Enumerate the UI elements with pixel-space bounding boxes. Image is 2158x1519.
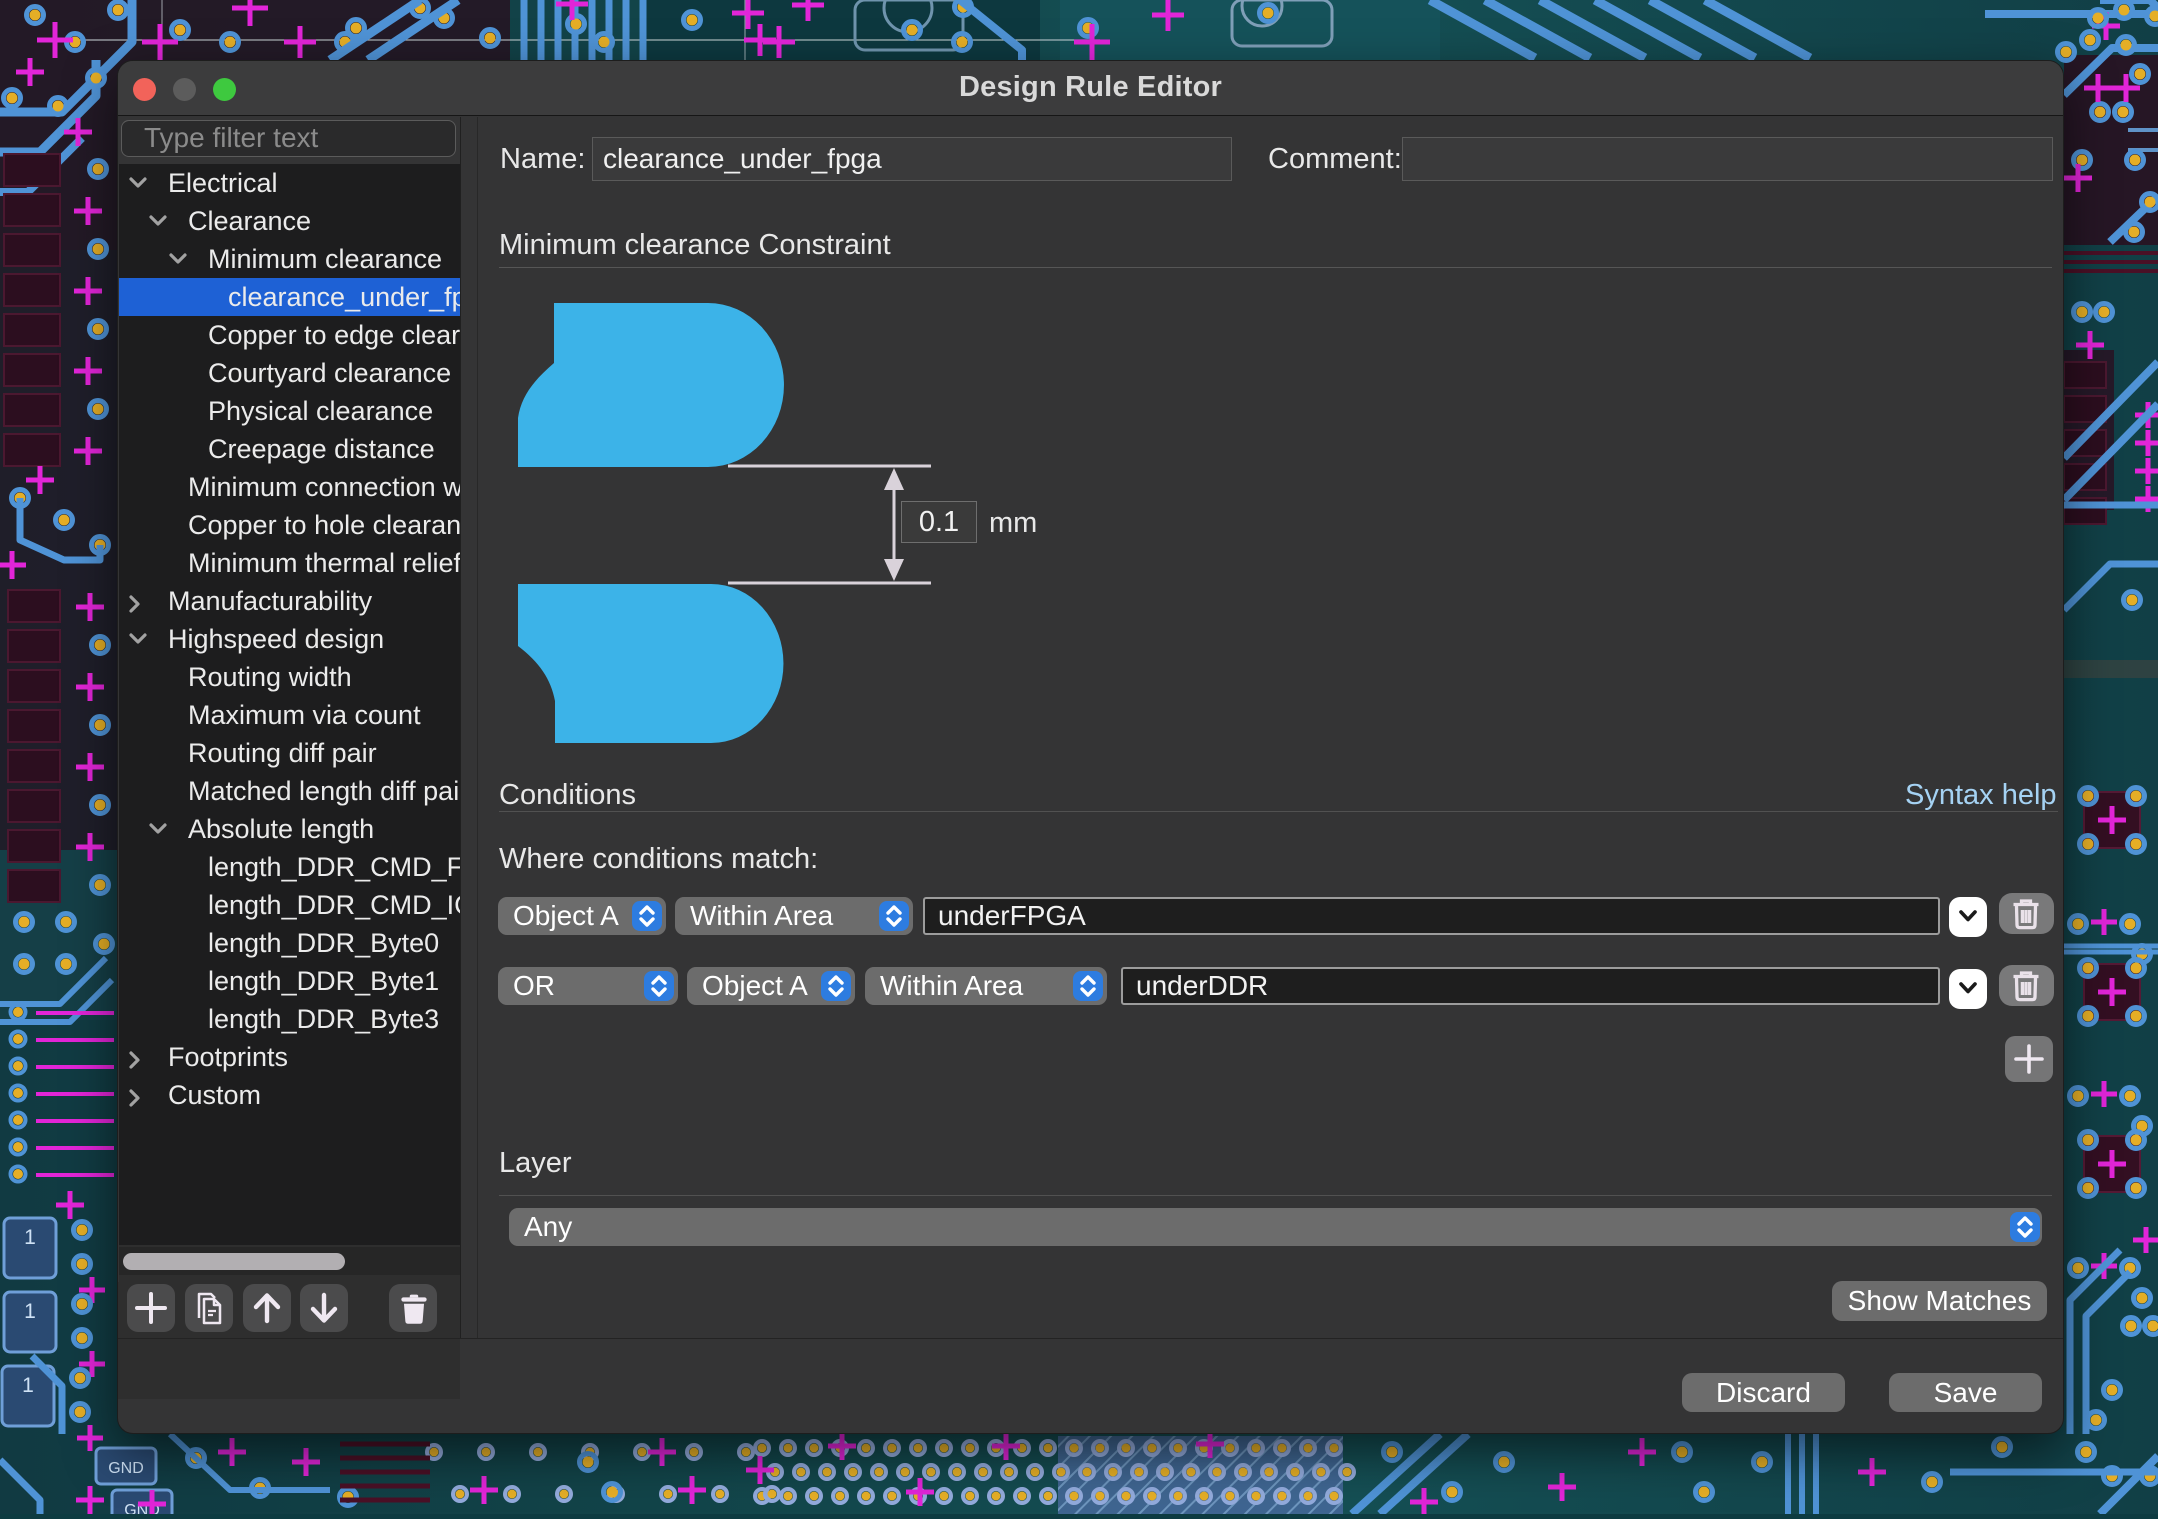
svg-text:1: 1: [22, 1374, 34, 1397]
svg-text:1: 1: [24, 1300, 36, 1323]
svg-text:GND: GND: [108, 1460, 144, 1477]
svg-text:1: 1: [24, 1226, 36, 1249]
